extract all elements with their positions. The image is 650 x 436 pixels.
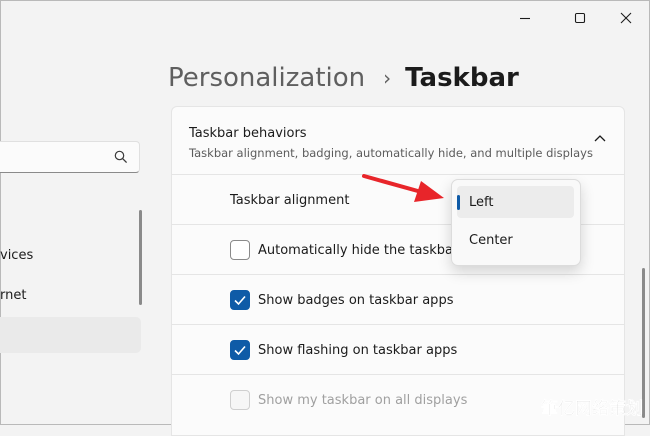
svg-text:筆亿网络策划: 筆亿网络策划: [541, 398, 643, 419]
annotation-arrow-icon: [362, 174, 444, 202]
watermark-logo: 筆亿网络策划: [525, 392, 645, 422]
